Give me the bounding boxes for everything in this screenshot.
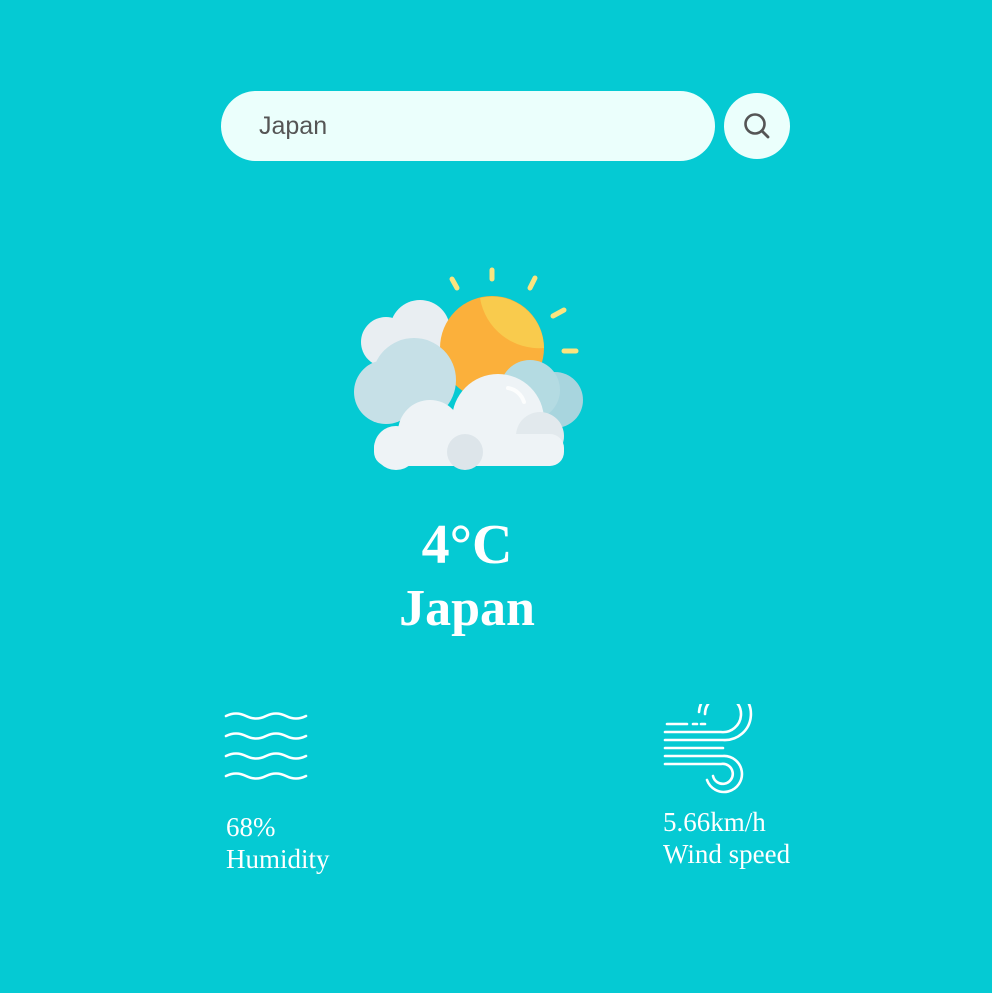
partly-cloudy-icon: [354, 267, 583, 470]
city-name: Japan: [399, 580, 535, 637]
search-input[interactable]: [221, 91, 715, 161]
wind-panel: 5.66km/h Wind speed: [661, 704, 790, 869]
search-button[interactable]: [724, 93, 790, 159]
wind-speed-label: Wind speed: [663, 839, 791, 869]
wind-speed-value: 5.66km/h: [663, 807, 766, 837]
humidity-waves-icon: [224, 712, 308, 780]
wind-icon: [663, 704, 753, 794]
humidity-value: 68%: [226, 812, 276, 842]
humidity-panel: 68% Humidity: [224, 710, 330, 874]
humidity-label: Humidity: [226, 844, 330, 874]
temperature: 4°C: [421, 514, 513, 576]
search-icon: [744, 113, 770, 139]
